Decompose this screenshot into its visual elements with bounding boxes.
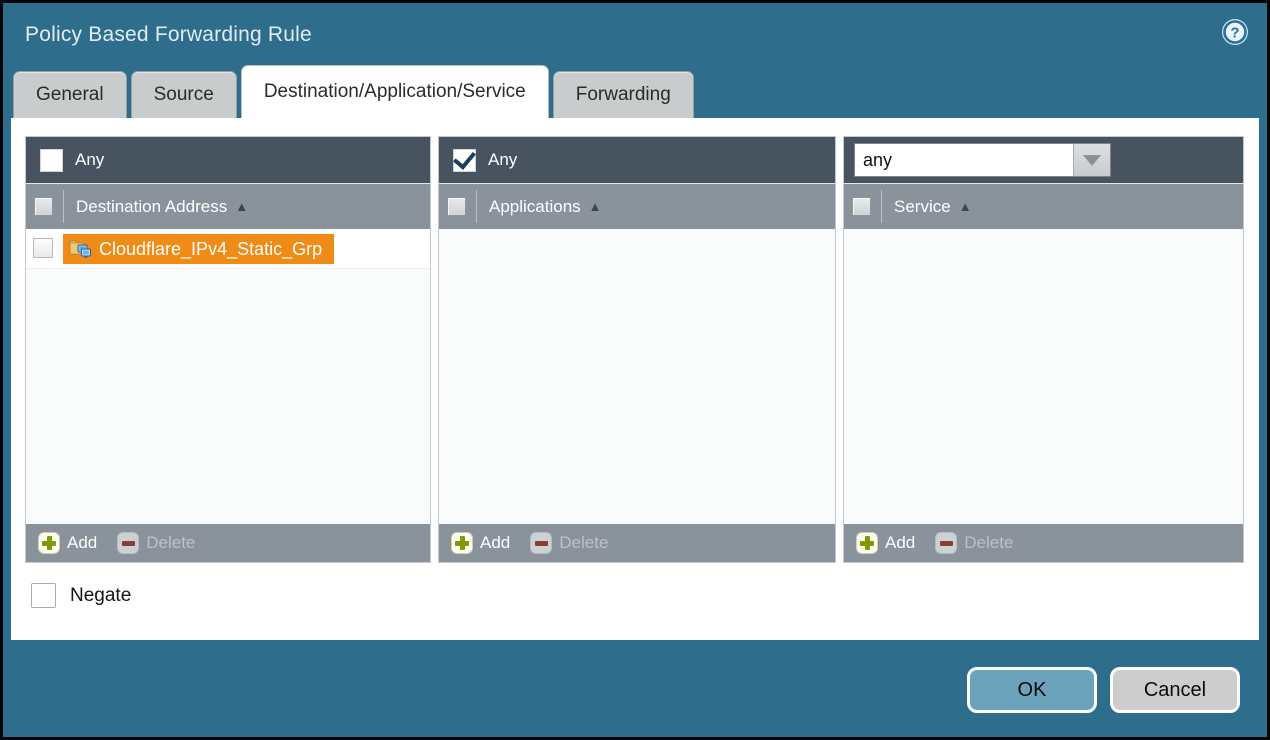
service-list — [844, 229, 1243, 524]
applications-any-label: Any — [488, 150, 517, 170]
tab-content: Any Destination Address ▲ — [11, 118, 1259, 640]
tab-general[interactable]: General — [13, 71, 127, 118]
divider — [476, 190, 477, 223]
destination-any-checkbox[interactable] — [40, 149, 63, 172]
divider — [881, 190, 882, 223]
add-button[interactable]: Add — [451, 532, 510, 554]
delete-minus-icon — [935, 532, 957, 554]
column-header-label[interactable]: Service — [894, 197, 951, 217]
chevron-down-icon — [1083, 155, 1101, 166]
delete-label: Delete — [146, 533, 195, 553]
delete-minus-icon — [530, 532, 552, 554]
divider — [63, 190, 64, 223]
service-type-value: any — [855, 144, 1073, 176]
address-group-item[interactable]: Cloudflare_IPv4_Static_Grp — [63, 234, 334, 264]
add-label: Add — [885, 533, 915, 553]
service-footer-bar: Add Delete — [844, 524, 1243, 562]
add-button[interactable]: Add — [856, 532, 915, 554]
destination-any-bar: Any — [26, 137, 430, 184]
tab-label: Source — [154, 84, 214, 106]
service-header: Service ▲ — [844, 184, 1243, 229]
tab-label: Forwarding — [576, 84, 671, 106]
tab-bar: General Source Destination/Application/S… — [3, 67, 1267, 118]
column-header-label[interactable]: Destination Address — [76, 197, 227, 217]
svg-text:?: ? — [1230, 25, 1239, 42]
applications-any-bar: Any — [439, 137, 835, 184]
select-all-checkbox[interactable] — [852, 197, 871, 216]
add-plus-icon — [38, 532, 60, 554]
row-checkbox[interactable] — [33, 238, 53, 258]
negate-checkbox[interactable] — [31, 583, 56, 608]
add-plus-icon — [451, 532, 473, 554]
sort-asc-icon[interactable]: ▲ — [589, 199, 602, 214]
negate-label: Negate — [70, 585, 131, 607]
destination-footer-bar: Add Delete — [26, 524, 430, 562]
service-select-bar: any — [844, 137, 1243, 184]
negate-row: Negate — [31, 583, 1245, 608]
select-all-checkbox[interactable] — [447, 197, 466, 216]
service-panel: any Service ▲ Add — [843, 136, 1244, 563]
table-row[interactable]: Cloudflare_IPv4_Static_Grp — [26, 229, 430, 269]
destination-address-list: Cloudflare_IPv4_Static_Grp — [26, 229, 430, 524]
help-question-icon[interactable]: ? — [1221, 18, 1249, 46]
tab-label: General — [36, 84, 104, 106]
add-plus-icon — [856, 532, 878, 554]
destination-any-label: Any — [75, 150, 104, 170]
select-all-checkbox[interactable] — [34, 197, 53, 216]
add-button[interactable]: Add — [38, 532, 97, 554]
tab-forwarding[interactable]: Forwarding — [553, 71, 694, 118]
delete-button[interactable]: Delete — [117, 532, 195, 554]
dialog-titlebar: Policy Based Forwarding Rule ? — [3, 3, 1267, 67]
address-group-icon — [69, 239, 91, 259]
applications-header: Applications ▲ — [439, 184, 835, 229]
delete-minus-icon — [117, 532, 139, 554]
destination-address-panel: Any Destination Address ▲ — [25, 136, 431, 563]
item-label: Cloudflare_IPv4_Static_Grp — [99, 239, 322, 260]
column-header-label[interactable]: Applications — [489, 197, 581, 217]
tab-source[interactable]: Source — [131, 71, 237, 118]
destination-address-header: Destination Address ▲ — [26, 184, 430, 229]
delete-button[interactable]: Delete — [935, 532, 1013, 554]
sort-asc-icon[interactable]: ▲ — [235, 199, 248, 214]
service-type-dropdown[interactable]: any — [854, 143, 1111, 177]
add-label: Add — [67, 533, 97, 553]
applications-footer-bar: Add Delete — [439, 524, 835, 562]
tab-destination-application-service[interactable]: Destination/Application/Service — [241, 65, 549, 118]
tab-label: Destination/Application/Service — [264, 81, 526, 103]
dialog-footer: OK Cancel — [967, 667, 1240, 713]
applications-list — [439, 229, 835, 524]
ok-button[interactable]: OK — [967, 667, 1097, 713]
delete-label: Delete — [559, 533, 608, 553]
dropdown-button[interactable] — [1073, 144, 1110, 176]
applications-any-checkbox[interactable] — [453, 149, 476, 172]
delete-label: Delete — [964, 533, 1013, 553]
delete-button[interactable]: Delete — [530, 532, 608, 554]
cancel-button[interactable]: Cancel — [1110, 667, 1240, 713]
sort-asc-icon[interactable]: ▲ — [959, 199, 972, 214]
pbf-rule-dialog: Policy Based Forwarding Rule ? General S… — [0, 0, 1270, 740]
dialog-title: Policy Based Forwarding Rule — [25, 23, 312, 47]
add-label: Add — [480, 533, 510, 553]
applications-panel: Any Applications ▲ Add Delete — [438, 136, 836, 563]
